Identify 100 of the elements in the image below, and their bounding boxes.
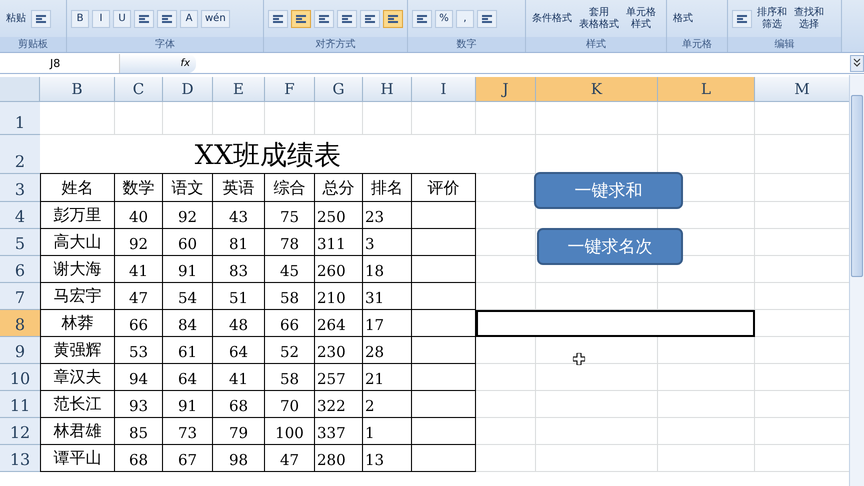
table-cell: 40 (115, 202, 163, 229)
table-cell: 83 (213, 256, 265, 283)
format-button[interactable]: U (113, 10, 131, 28)
row-header[interactable]: 12 (0, 418, 40, 445)
function-button[interactable]: fx (120, 54, 196, 73)
grid-cell (412, 391, 476, 418)
grid-cell (412, 256, 476, 283)
table-cell: 94 (115, 364, 163, 391)
align-right-icon[interactable] (314, 10, 334, 28)
row-header[interactable]: 7 (0, 283, 40, 310)
grid-cell (412, 229, 476, 256)
row-header[interactable]: 3 (0, 174, 40, 202)
table-cell: 64 (213, 337, 265, 364)
align-left-icon[interactable] (268, 10, 288, 28)
format-button[interactable]: B (71, 10, 89, 28)
row-header[interactable]: 6 (0, 256, 40, 283)
grid-cell (476, 391, 536, 418)
table-cell: 58 (265, 283, 315, 310)
table-cell: 311 (315, 229, 363, 256)
row-header[interactable]: 8 (0, 310, 40, 337)
format-button[interactable]: wén (201, 10, 230, 28)
row-header[interactable]: 9 (0, 337, 40, 364)
row-header[interactable]: 5 (0, 229, 40, 256)
table-cell: 66 (115, 310, 163, 337)
table-cell: 75 (265, 202, 315, 229)
column-header[interactable]: D (163, 77, 213, 102)
column-header[interactable]: B (40, 77, 115, 102)
table-cell: 85 (115, 418, 163, 445)
paste-button[interactable]: 粘贴 (4, 12, 28, 24)
table-cell: 60 (163, 229, 213, 256)
column-header[interactable]: E (213, 77, 265, 102)
table-cell: 92 (163, 202, 213, 229)
column-header[interactable]: M (755, 77, 850, 102)
format-button[interactable]: A (180, 10, 198, 28)
group-label: 对齐方式 (264, 37, 407, 52)
row-header[interactable]: 2 (0, 135, 40, 174)
table-cell: 1 (363, 418, 412, 445)
grid-cell (476, 337, 536, 364)
table-cell: 林君雄 (40, 418, 115, 445)
column-header[interactable]: F (265, 77, 315, 102)
table-cell: 64 (163, 364, 213, 391)
row-header[interactable]: 4 (0, 202, 40, 229)
selected-cell[interactable] (476, 310, 755, 337)
ribbon-button[interactable]: 格式 (671, 12, 695, 24)
column-header[interactable]: H (363, 77, 412, 102)
expand-icon[interactable] (850, 55, 864, 72)
grid-cell (115, 102, 163, 135)
table-cell: 谭平山 (40, 445, 115, 472)
table-cell: 21 (363, 364, 412, 391)
table-cell: 73 (163, 418, 213, 445)
column-header[interactable]: J (476, 77, 536, 102)
macro-button[interactable]: 一键求名次 (537, 228, 683, 265)
macro-button[interactable]: 一键求和 (534, 172, 683, 209)
ribbon-button[interactable]: 套用 表格格式 (577, 6, 621, 30)
grid-cell (163, 102, 213, 135)
align-center-icon[interactable] (291, 10, 311, 28)
table-cell: 66 (265, 310, 315, 337)
table-cell: 18 (363, 256, 412, 283)
column-header[interactable]: C (115, 77, 163, 102)
column-header[interactable]: G (315, 77, 363, 102)
table-cell: 67 (163, 445, 213, 472)
ribbon-button[interactable]: 条件格式 (530, 12, 574, 24)
grid-cell (412, 283, 476, 310)
grid-cell (476, 229, 536, 256)
column-header[interactable]: I (412, 77, 476, 102)
row-header[interactable]: 10 (0, 364, 40, 391)
ribbon-button[interactable]: 单元格 样式 (624, 6, 658, 30)
grid-cell (412, 102, 476, 135)
column-header[interactable]: L (658, 77, 755, 102)
group-label: 编辑 (728, 37, 841, 52)
format-button[interactable]: % (435, 10, 453, 28)
table-cell: 31 (363, 283, 412, 310)
table-cell: 54 (163, 283, 213, 310)
format-button[interactable]: I (92, 10, 110, 28)
header-cell: 语文 (163, 174, 213, 202)
header-cell: 评价 (412, 174, 476, 202)
group-label: 数字 (408, 37, 525, 52)
column-header[interactable]: K (536, 77, 658, 102)
row-header[interactable]: 13 (0, 445, 40, 472)
table-cell: 230 (315, 337, 363, 364)
ribbon-button[interactable]: 查找和 选择 (792, 6, 826, 30)
grid-cell (476, 418, 536, 445)
format-button[interactable]: , (456, 10, 474, 28)
row-header[interactable]: 1 (0, 102, 40, 135)
table-cell: 45 (265, 256, 315, 283)
table-cell: 92 (115, 229, 163, 256)
header-cell: 姓名 (40, 174, 115, 202)
row-header[interactable]: 11 (0, 391, 40, 418)
table-cell: 谢大海 (40, 256, 115, 283)
ribbon-button[interactable]: 排序和 筛选 (755, 6, 789, 30)
table-cell: 53 (115, 337, 163, 364)
table-cell: 68 (213, 391, 265, 418)
vertical-scrollbar[interactable] (849, 75, 864, 486)
table-cell: 23 (363, 202, 412, 229)
table-cell: 322 (315, 391, 363, 418)
grid-cell (412, 310, 476, 337)
table-cell: 13 (363, 445, 412, 472)
table-cell: 210 (315, 283, 363, 310)
table-cell: 93 (115, 391, 163, 418)
grid-cell (476, 445, 536, 472)
